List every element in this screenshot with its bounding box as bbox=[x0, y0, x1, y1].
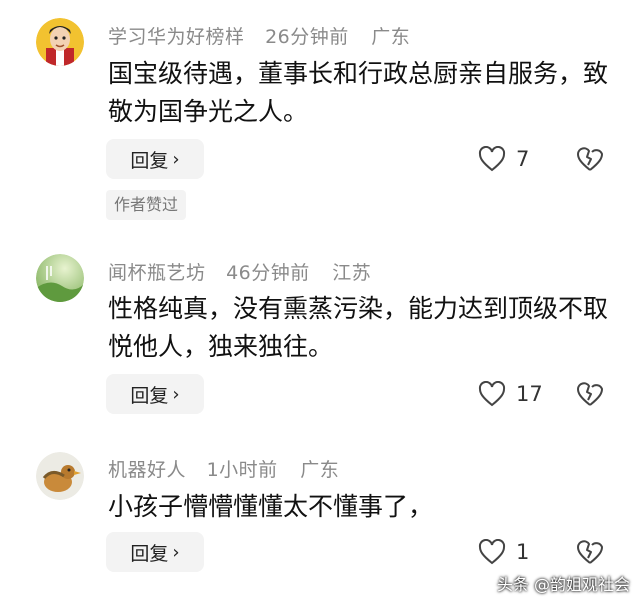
bird-avatar-icon bbox=[36, 452, 84, 500]
broken-heart-icon[interactable] bbox=[576, 145, 604, 173]
location: 广东 bbox=[300, 459, 340, 481]
like-button[interactable]: 1 bbox=[478, 535, 529, 569]
reply-label: 回复 bbox=[130, 384, 169, 407]
avatar[interactable] bbox=[36, 254, 84, 302]
comment-text: 小孩子懵懵懂懂太不懂事了， bbox=[108, 492, 434, 521]
like-button[interactable]: 17 bbox=[478, 377, 543, 411]
comment-text: 性格纯真，没有熏蒸污染，能力达到顶级不取悦他人，独来独往。 bbox=[108, 294, 609, 361]
reply-button[interactable]: 回复 › bbox=[106, 139, 204, 179]
timestamp: 26分钟前 bbox=[265, 26, 349, 48]
cartoon-man-avatar-icon bbox=[36, 18, 84, 66]
comment-meta: 闻杯瓶艺坊 46分钟前 江苏 bbox=[108, 258, 385, 285]
green-landscape-avatar-icon bbox=[36, 254, 84, 302]
like-count: 7 bbox=[516, 147, 530, 171]
username[interactable]: 闻杯瓶艺坊 bbox=[108, 262, 206, 284]
chevron-right-icon: › bbox=[172, 541, 180, 563]
watermark: 头条 @韵姐观社会 bbox=[496, 575, 630, 594]
comment-meta: 机器好人 1小时前 广东 bbox=[108, 455, 353, 482]
location: 广东 bbox=[371, 26, 411, 48]
username[interactable]: 学习华为好榜样 bbox=[108, 26, 245, 48]
heart-icon bbox=[478, 146, 506, 172]
broken-heart-icon[interactable] bbox=[576, 538, 604, 566]
comment-list: 学习华为好榜样 26分钟前 广东 国宝级待遇，董事长和行政总厨亲自服务，致敬为国… bbox=[0, 0, 640, 603]
heart-icon bbox=[478, 381, 506, 407]
chevron-right-icon: › bbox=[172, 148, 180, 170]
avatar[interactable] bbox=[36, 452, 84, 500]
reply-button[interactable]: 回复 › bbox=[106, 374, 204, 414]
timestamp: 1小时前 bbox=[206, 459, 278, 481]
reply-button[interactable]: 回复 › bbox=[106, 532, 204, 572]
comment-meta: 学习华为好榜样 26分钟前 广东 bbox=[108, 22, 424, 49]
location: 江苏 bbox=[332, 262, 372, 284]
author-liked-badge: 作者赞过 bbox=[106, 190, 187, 220]
reply-label: 回复 bbox=[130, 149, 169, 172]
timestamp: 46分钟前 bbox=[226, 262, 310, 284]
like-button[interactable]: 7 bbox=[478, 142, 529, 176]
like-count: 1 bbox=[516, 540, 530, 564]
reply-label: 回复 bbox=[130, 542, 169, 565]
comment-text: 国宝级待遇，董事长和行政总厨亲自服务，致敬为国争光之人。 bbox=[108, 59, 609, 126]
username[interactable]: 机器好人 bbox=[108, 459, 186, 481]
avatar[interactable] bbox=[36, 18, 84, 66]
chevron-right-icon: › bbox=[172, 383, 180, 405]
like-count: 17 bbox=[516, 382, 543, 406]
broken-heart-icon[interactable] bbox=[576, 380, 604, 408]
heart-icon bbox=[478, 539, 506, 565]
